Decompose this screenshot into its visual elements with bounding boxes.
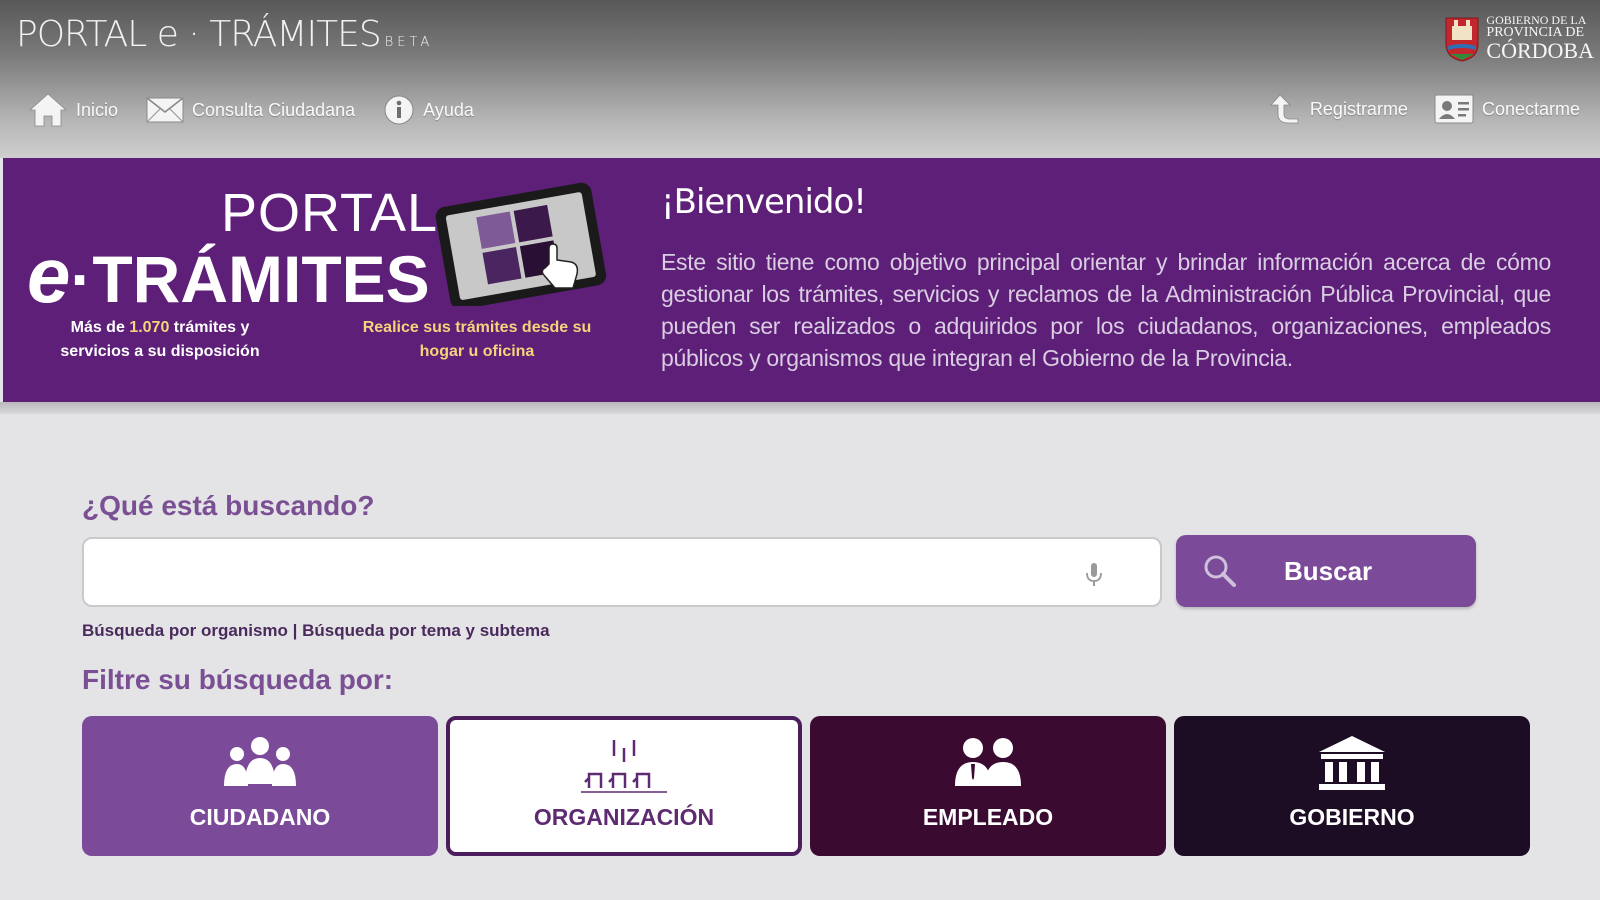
filter-cards: CIUDADANO ORGANIZACIÓN EMPLEADO GOBIERNO	[82, 716, 1530, 856]
search-input[interactable]	[84, 539, 1084, 605]
portal-logo[interactable]: PORTAL e · TRÁMITES BETA	[16, 14, 433, 55]
banner-e-letter: e	[27, 231, 71, 319]
links-separator: |	[287, 621, 303, 640]
caption1-pre: Más de	[70, 319, 130, 336]
home-icon	[28, 93, 68, 127]
search-links: Búsqueda por organismo | Búsqueda por te…	[82, 621, 550, 641]
envelope-icon	[146, 97, 184, 123]
search-heading: ¿Qué está buscando?	[82, 490, 375, 521]
filter-gobierno[interactable]: GOBIERNO	[1174, 716, 1530, 856]
nav-inicio[interactable]: Inicio	[28, 92, 118, 128]
welcome-description: Este sitio tiene como objetivo principal…	[661, 249, 1551, 371]
register-arrow-icon	[1270, 94, 1299, 124]
link-busqueda-tema[interactable]: Búsqueda por tema y subtema	[302, 621, 550, 640]
top-header: PORTAL e · TRÁMITES BETA GOBIERNO DE LA P…	[0, 0, 1600, 158]
nav-ayuda[interactable]: Ayuda	[383, 94, 474, 126]
main-nav: Inicio Consulta Ciudadana Ayuda	[28, 92, 474, 128]
nav-consulta-ciudadana[interactable]: Consulta Ciudadana	[146, 97, 355, 123]
banner-caption-hogar: Realice sus trámites desde su hogar u of…	[362, 319, 592, 360]
government-building-icon	[1319, 736, 1385, 790]
banner-etramites-logo: e·TRÁMITES	[27, 230, 430, 321]
organization-icon	[581, 740, 667, 793]
nav-conectarme-label: Conectarme	[1481, 98, 1580, 119]
citizens-icon	[224, 737, 296, 786]
search-icon	[1204, 555, 1236, 587]
search-button-label: Buscar	[1284, 556, 1373, 586]
nav-conectarme[interactable]: Conectarme	[1434, 94, 1580, 124]
portal-logo-text: PORTAL e · TRÁMITES	[16, 14, 382, 55]
gov-line-3: CÓRDOBA	[1486, 38, 1594, 63]
province-shield-icon	[1445, 17, 1479, 62]
banner-tramites-word: ·TRÁMITES	[70, 242, 430, 316]
account-nav: Registrarme Conectarme	[1268, 92, 1580, 126]
search-box	[82, 537, 1162, 607]
tablet-touch-icon	[435, 182, 607, 306]
nav-registrarme[interactable]: Registrarme	[1268, 92, 1408, 126]
filter-ciudadano-label: CIUDADANO	[189, 804, 331, 830]
banner-divider	[0, 402, 1600, 414]
nav-ayuda-label: Ayuda	[423, 99, 474, 120]
nav-inicio-label: Inicio	[76, 99, 119, 120]
welcome-banner: PORTAL e·TRÁMITES Más de 1.070 trámites …	[3, 158, 1600, 402]
filter-ciudadano[interactable]: CIUDADANO	[82, 716, 438, 856]
link-busqueda-organismo[interactable]: Búsqueda por organismo	[82, 621, 288, 640]
filter-empleado[interactable]: EMPLEADO	[810, 716, 1166, 856]
welcome-title: ¡Bienvenido!	[661, 182, 867, 222]
banner-caption-tramites: Más de 1.070 trámites y servicios a su d…	[47, 316, 273, 364]
nav-registrarme-label: Registrarme	[1309, 98, 1408, 119]
microphone-icon[interactable]	[1084, 561, 1104, 589]
caption1-count: 1.070	[129, 319, 170, 336]
nav-consulta-label: Consulta Ciudadana	[192, 99, 356, 120]
filter-organizacion[interactable]: ORGANIZACIÓN	[446, 716, 802, 856]
id-card-icon	[1434, 94, 1474, 124]
government-logo-text: GOBIERNO DE LA PROVINCIA DE CÓRDOBA	[1486, 14, 1594, 62]
search-button[interactable]: Buscar	[1176, 535, 1476, 607]
filter-empleado-label: EMPLEADO	[922, 804, 1054, 830]
filter-gobierno-label: GOBIERNO	[1289, 804, 1415, 830]
filter-heading: Filtre su búsqueda por:	[82, 664, 394, 695]
beta-badge: BETA	[384, 35, 434, 50]
info-icon	[384, 95, 414, 125]
employees-icon	[955, 738, 1021, 786]
filter-organizacion-label: ORGANIZACIÓN	[533, 804, 715, 830]
government-logo[interactable]: GOBIERNO DE LA PROVINCIA DE CÓRDOBA	[1444, 14, 1594, 62]
